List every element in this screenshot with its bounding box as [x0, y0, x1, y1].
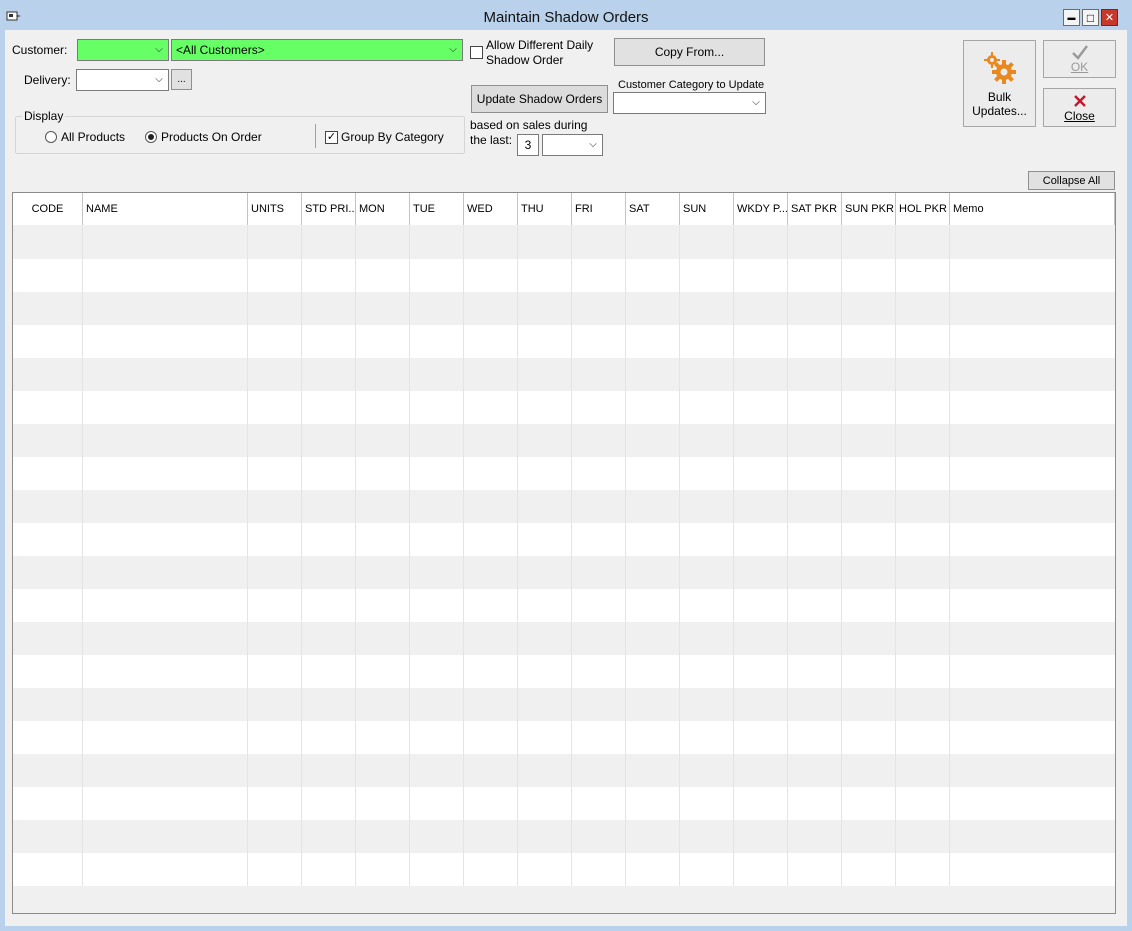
maximize-icon: □: [1086, 10, 1095, 25]
customer-label: Customer:: [12, 43, 68, 57]
maximize-button[interactable]: □: [1082, 9, 1099, 26]
copy-from-button[interactable]: Copy From...: [614, 38, 765, 66]
collapse-all-button[interactable]: Collapse All: [1028, 171, 1115, 190]
column-header-sat[interactable]: SAT: [626, 193, 680, 225]
column-header-sat-pkr[interactable]: SAT PKR: [788, 193, 842, 225]
delivery-browse-button[interactable]: ...: [171, 69, 192, 90]
close-label: Close: [1064, 108, 1095, 123]
grid-column-divider: [625, 226, 626, 886]
minimize-button[interactable]: ▬: [1063, 9, 1080, 26]
grid-column-divider: [247, 226, 248, 886]
column-header-units[interactable]: UNITS: [248, 193, 302, 225]
window-close-button[interactable]: ✕: [1101, 9, 1118, 26]
column-header-std-pri[interactable]: STD PRI...: [302, 193, 356, 225]
all-products-radio[interactable]: [45, 131, 57, 143]
chevron-down-icon: ⌵: [155, 44, 163, 55]
based-on-sales-label-2: the last:: [470, 133, 513, 147]
grid-column-divider: [733, 226, 734, 886]
column-header-thu[interactable]: THU: [518, 193, 572, 225]
grid-column-divider: [787, 226, 788, 886]
column-header-tue[interactable]: TUE: [410, 193, 464, 225]
bulk-updates-label-2: Updates...: [972, 103, 1027, 118]
customer-name-combo[interactable]: <All Customers> ⌵: [171, 39, 463, 61]
customer-category-combo[interactable]: ⌵: [613, 92, 766, 114]
chevron-down-icon: ⌵: [155, 74, 163, 85]
grid-column-divider: [517, 226, 518, 886]
column-header-name[interactable]: NAME: [83, 193, 248, 225]
ok-button[interactable]: OK: [1043, 40, 1116, 78]
grid-bottom-strip: [13, 887, 1115, 913]
minimize-icon: ▬: [1067, 13, 1076, 22]
grid-column-divider: [841, 226, 842, 886]
sales-period-count-input[interactable]: 3: [517, 134, 539, 156]
chevron-down-icon: ⌵: [752, 97, 760, 108]
checkmark-icon: [1071, 45, 1088, 60]
update-shadow-orders-button[interactable]: Update Shadow Orders: [471, 85, 608, 113]
column-header-code[interactable]: CODE: [13, 193, 83, 225]
display-group-title: Display: [22, 109, 66, 123]
group-by-category-label[interactable]: Group By Category: [341, 130, 444, 144]
grid-column-divider: [679, 226, 680, 886]
all-products-label[interactable]: All Products: [61, 130, 125, 144]
column-header-mon[interactable]: MON: [356, 193, 410, 225]
products-on-order-radio[interactable]: [145, 131, 157, 143]
bulk-updates-button[interactable]: Bulk Updates...: [963, 40, 1036, 127]
close-button[interactable]: Close: [1043, 88, 1116, 127]
bulk-updates-label-1: Bulk: [987, 89, 1012, 104]
products-on-order-label[interactable]: Products On Order: [161, 130, 262, 144]
ok-label: OK: [1070, 60, 1089, 74]
close-x-icon: [1073, 94, 1086, 107]
delivery-label: Delivery:: [24, 73, 71, 87]
customer-code-combo[interactable]: ⌵: [77, 39, 169, 61]
close-icon: ✕: [1104, 12, 1115, 24]
gears-icon: [983, 51, 1016, 84]
column-header-memo[interactable]: Memo: [950, 193, 1115, 225]
display-divider: [315, 124, 316, 148]
allow-different-daily-label-1[interactable]: Allow Different Daily: [486, 38, 593, 52]
chevron-down-icon: ⌵: [449, 44, 457, 55]
grid-column-divider: [301, 226, 302, 886]
group-by-category-checkbox[interactable]: ✓: [325, 131, 338, 144]
grid-column-divider: [409, 226, 410, 886]
grid-column-divider: [571, 226, 572, 886]
column-header-fri[interactable]: FRI: [572, 193, 626, 225]
sales-period-unit-combo[interactable]: ⌵: [542, 134, 603, 156]
grid-header: CODE NAME UNITS STD PRI... MON TUE WED THU FRI SA…: [13, 193, 1115, 225]
grid-column-divider: [355, 226, 356, 886]
app-window: Maintain Shadow Orders ▬ □ ✕ Customer: ⌵…: [0, 0, 1132, 931]
client-area: Customer: ⌵ <All Customers> ⌵ Delivery: …: [5, 30, 1127, 926]
column-header-hol-pkr[interactable]: HOL PKR: [896, 193, 950, 225]
delivery-combo[interactable]: ⌵: [76, 69, 169, 91]
column-header-sun[interactable]: SUN: [680, 193, 734, 225]
window-title: Maintain Shadow Orders: [483, 9, 649, 26]
grid-column-divider: [949, 226, 950, 886]
based-on-sales-label-1: based on sales during: [470, 118, 588, 132]
grid-column-divider: [82, 226, 83, 886]
title-bar[interactable]: Maintain Shadow Orders ▬ □ ✕: [0, 0, 1132, 30]
grid-column-divider: [895, 226, 896, 886]
customer-category-label: Customer Category to Update: [618, 79, 765, 91]
customer-name-value: <All Customers>: [176, 43, 265, 57]
column-header-wkdy-p[interactable]: WKDY P...: [734, 193, 788, 225]
shadow-orders-grid[interactable]: CODE NAME UNITS STD PRI... MON TUE WED THU FRI SA…: [12, 192, 1116, 914]
grid-column-divider: [463, 226, 464, 886]
chevron-down-icon: ⌵: [589, 139, 597, 150]
allow-different-daily-checkbox[interactable]: [470, 46, 483, 59]
column-header-sun-pkr[interactable]: SUN PKR: [842, 193, 896, 225]
column-header-wed[interactable]: WED: [464, 193, 518, 225]
allow-different-daily-label-2[interactable]: Shadow Order: [486, 53, 563, 67]
